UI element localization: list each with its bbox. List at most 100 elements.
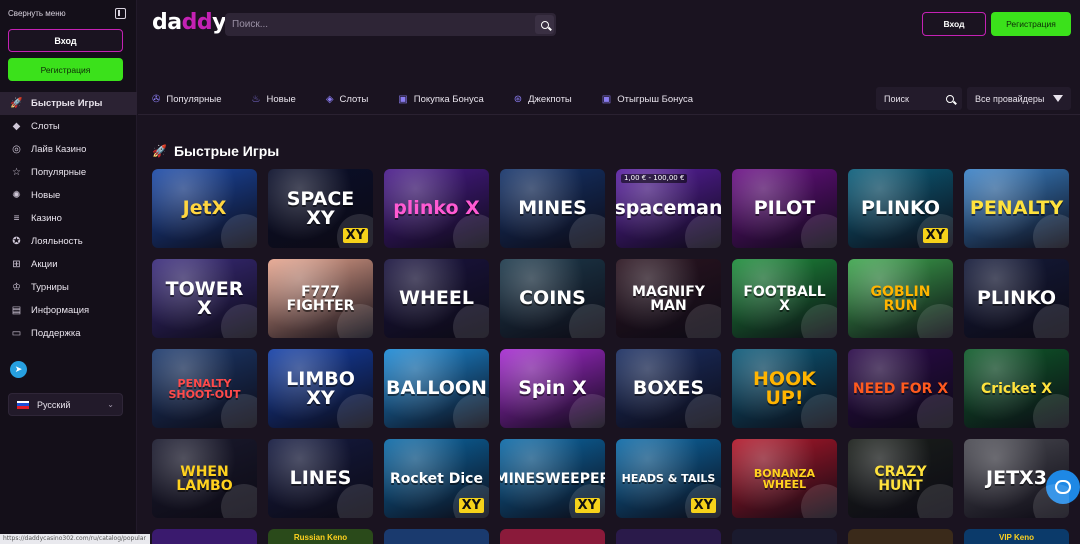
game-tile[interactable]: CRAZY HUNT — [848, 439, 953, 518]
providers-select[interactable]: Все провайдеры — [967, 87, 1071, 110]
game-tile[interactable]: WHEEL — [384, 259, 489, 338]
sidebar-item-fast-games[interactable]: 🚀 Быстрые Игры — [0, 92, 137, 115]
game-tile[interactable]: HEADS & TAILS XY — [616, 439, 721, 518]
game-tile[interactable]: LIMBO XY — [268, 349, 373, 428]
game-tile[interactable] — [616, 529, 721, 544]
sidebar-item-casino[interactable]: ≡ Казино — [0, 207, 137, 230]
sidebar-item-new[interactable]: ✺ Новые — [0, 184, 137, 207]
category-tabs: ✇ Популярные ♨ Новые ◈ Слоты ▣ Покупка Б… — [152, 87, 723, 111]
game-tile[interactable] — [732, 529, 837, 544]
game-artwork — [453, 214, 489, 248]
tab-bonus-wagering[interactable]: ▣ Отыгрыш Бонуса — [602, 94, 693, 105]
tab-label: Джекпоты — [528, 93, 572, 105]
search-icon — [540, 20, 549, 29]
game-title: BALLOON — [386, 377, 487, 399]
game-tile[interactable]: F777 FIGHTER — [268, 259, 373, 338]
game-tile[interactable]: PENALTY SHOOT-OUT — [152, 349, 257, 428]
search-icon — [946, 94, 954, 103]
game-tile[interactable]: BONANZA WHEEL — [732, 439, 837, 518]
game-tile[interactable]: JetX — [152, 169, 257, 248]
sidebar-register-button[interactable]: Регистрация — [8, 58, 123, 81]
game-tile[interactable] — [500, 529, 605, 544]
game-tile[interactable]: WHEN LAMBO — [152, 439, 257, 518]
section-title: 🚀 Быстрые Игры — [152, 143, 279, 159]
tab-bonus-buy[interactable]: ▣ Покупка Бонуса — [398, 94, 483, 105]
providers-label: Все провайдеры — [975, 93, 1045, 104]
daddy-logo[interactable]: daddy — [152, 10, 226, 35]
search-input[interactable] — [232, 19, 535, 30]
game-artwork — [453, 394, 489, 428]
game-tile[interactable] — [384, 529, 489, 544]
game-tile[interactable]: MINES — [500, 169, 605, 248]
game-tile[interactable] — [848, 529, 953, 544]
game-tile[interactable]: PENALTY — [964, 169, 1069, 248]
sidebar-login-button[interactable]: Вход — [8, 29, 123, 52]
atom-icon: ✇ — [152, 93, 161, 105]
telegram-icon[interactable]: ➤ — [10, 361, 27, 378]
collapse-menu[interactable]: Свернуть меню — [8, 7, 126, 19]
tab-slots[interactable]: ◈ Слоты — [326, 94, 368, 105]
sidebar-item-label: Лояльность — [31, 236, 83, 247]
flame-icon: ♨ — [251, 93, 261, 105]
game-title: Rocket Dice — [390, 470, 483, 487]
tab-jackpots[interactable]: ⊛ Джекпоты — [514, 94, 572, 105]
game-artwork — [685, 214, 721, 248]
game-tile[interactable] — [152, 529, 257, 544]
chevron-down-icon: ⌄ — [107, 400, 114, 409]
sidebar-item-slots[interactable]: ◆ Слоты — [0, 115, 137, 138]
game-tile[interactable]: Cricket X — [964, 349, 1069, 428]
game-tile[interactable]: COINS — [500, 259, 605, 338]
tab-new[interactable]: ♨ Новые — [252, 94, 296, 105]
language-select[interactable]: Русский ⌄ — [8, 393, 123, 416]
tab-label: Популярные — [166, 93, 222, 105]
game-title: MINES — [518, 197, 587, 219]
xy-badge: XY — [690, 498, 716, 513]
sidebar-item-support[interactable]: ▭ Поддержка — [0, 322, 137, 345]
tab-popular[interactable]: ✇ Популярные — [152, 94, 222, 105]
game-tile[interactable]: LINES — [268, 439, 373, 518]
header-register-button[interactable]: Регистрация — [991, 12, 1071, 36]
game-artwork — [337, 484, 373, 518]
book-icon: ▤ — [11, 305, 22, 316]
game-tile[interactable]: MAGNIFY MAN — [616, 259, 721, 338]
game-tile[interactable]: Russian Keno — [268, 529, 373, 544]
game-tile[interactable]: Spin X — [500, 349, 605, 428]
game-title: MAGNIFY MAN — [632, 283, 705, 314]
sidebar-toggle-icon[interactable] — [115, 7, 126, 19]
game-tile[interactable]: plinko X — [384, 169, 489, 248]
game-tile[interactable]: FOOTBALL X — [732, 259, 837, 338]
game-tile[interactable]: TOWER X — [152, 259, 257, 338]
sidebar-item-loyalty[interactable]: ✪ Лояльность — [0, 230, 137, 253]
game-tile[interactable]: HOOK UP! — [732, 349, 837, 428]
header-login-button[interactable]: Вход — [922, 12, 986, 36]
game-tile[interactable]: spaceman 1,00 € - 100,00 € — [616, 169, 721, 248]
chat-icon: ▭ — [11, 328, 22, 339]
game-title: MINESWEEPER — [500, 470, 605, 487]
game-tile[interactable]: MINESWEEPER XY — [500, 439, 605, 518]
game-artwork — [1033, 304, 1069, 338]
game-artwork — [569, 214, 605, 248]
sidebar-item-information[interactable]: ▤ Информация — [0, 299, 137, 322]
game-tile[interactable]: PILOT — [732, 169, 837, 248]
sidebar-item-live-casino[interactable]: ◎ Лайв Казино — [0, 138, 137, 161]
sidebar-item-label: Казино — [31, 213, 62, 224]
xy-badge: XY — [922, 228, 948, 243]
search-button[interactable] — [535, 15, 554, 34]
game-tile[interactable]: SPACE XY XY — [268, 169, 373, 248]
game-tile[interactable]: VIP Keno — [964, 529, 1069, 544]
games-search-field[interactable]: Поиск — [876, 87, 962, 110]
game-tile[interactable]: BALLOON — [384, 349, 489, 428]
award-icon: ✪ — [12, 236, 21, 247]
game-tile[interactable]: BOXES — [616, 349, 721, 428]
game-tile[interactable]: PLINKO XY — [848, 169, 953, 248]
game-tile[interactable]: NEED FOR X — [848, 349, 953, 428]
sidebar-item-tournaments[interactable]: ♔ Турниры — [0, 276, 137, 299]
new-icon: ✺ — [12, 190, 21, 201]
sidebar-item-promotions[interactable]: ⊞ Акции — [0, 253, 137, 276]
trophy-icon: ♔ — [12, 282, 21, 293]
game-tile[interactable]: Rocket Dice XY — [384, 439, 489, 518]
sidebar-item-popular[interactable]: ☆ Популярные — [0, 161, 137, 184]
sidebar-item-label: Популярные — [31, 167, 87, 178]
game-tile[interactable]: PLINKO — [964, 259, 1069, 338]
game-tile[interactable]: GOBLIN RUN — [848, 259, 953, 338]
